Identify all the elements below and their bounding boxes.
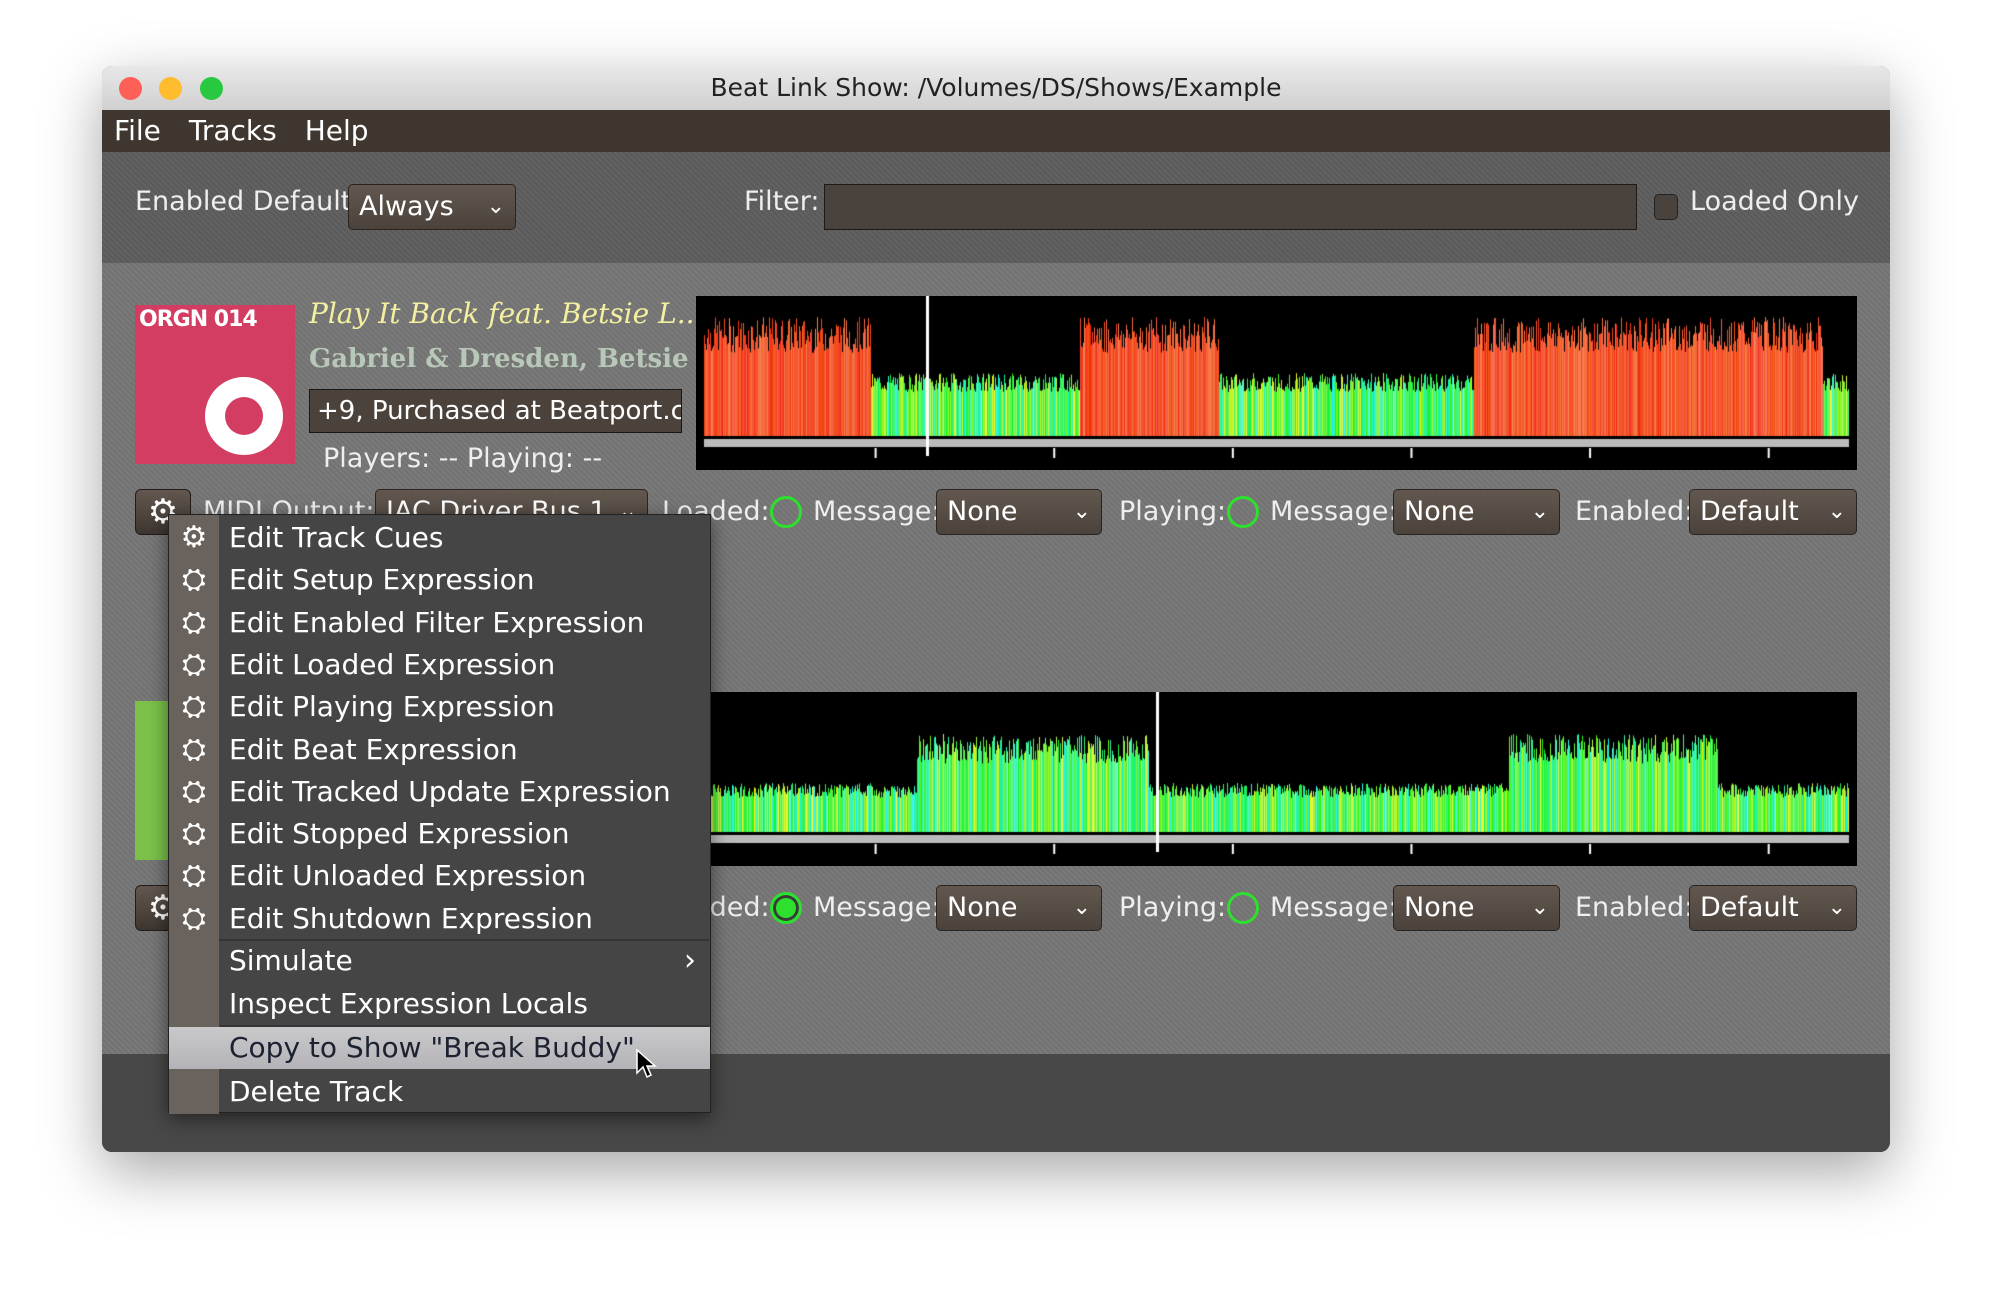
chevron-right-icon: › xyxy=(684,943,696,978)
enabled-default-dropdown[interactable]: Always ⌄ xyxy=(348,184,516,230)
playing-indicator xyxy=(1227,892,1259,924)
chevron-down-icon: ⌄ xyxy=(1827,499,1846,524)
gear-icon: ⛭ xyxy=(182,900,206,936)
playing-indicator xyxy=(1227,496,1259,528)
menu-item-label: Edit Stopped Expression xyxy=(229,817,570,851)
players-status: Players: -- Playing: -- xyxy=(323,443,603,474)
playing-message-label: Message: xyxy=(1270,496,1398,527)
menu-item-edit-track-cues[interactable]: ⚙ Edit Track Cues xyxy=(169,517,710,559)
waveform-1[interactable] xyxy=(696,296,1857,470)
menu-item-delete-track[interactable]: Delete Track xyxy=(169,1071,710,1113)
gear-icon: ⛭ xyxy=(182,562,206,598)
menu-item-label: Edit Playing Expression xyxy=(229,690,555,724)
enabled-default-label: Enabled Default: xyxy=(135,186,361,217)
menu-item-copy-to-show[interactable]: Copy to Show "Break Buddy" xyxy=(169,1027,710,1079)
menu-item-label: Edit Beat Expression xyxy=(229,732,518,766)
playing-label: Playing: xyxy=(1119,496,1227,527)
gear-icon: ⛭ xyxy=(182,689,206,725)
enabled-value: Default xyxy=(1700,892,1799,923)
loaded-message-label: Message: xyxy=(813,496,941,527)
gear-icon: ⛭ xyxy=(182,646,206,682)
menu-item-edit-stopped-expression[interactable]: ⛭ Edit Stopped Expression xyxy=(169,813,710,855)
filter-input[interactable] xyxy=(824,184,1637,230)
close-button[interactable] xyxy=(119,77,142,100)
menu-item-label: Delete Track xyxy=(229,1075,404,1108)
menu-file[interactable]: File xyxy=(114,114,161,147)
menu-item-inspect-locals[interactable]: Inspect Expression Locals xyxy=(169,983,710,1025)
chevron-down-icon: ⌄ xyxy=(1827,895,1846,920)
zoom-button[interactable] xyxy=(200,77,223,100)
menu-item-label: Edit Setup Expression xyxy=(229,563,535,597)
toolbar: Enabled Default: Always ⌄ Filter: Loaded … xyxy=(102,152,1890,263)
playing-message-value: None xyxy=(1404,496,1475,527)
menu-item-label: Edit Shutdown Expression xyxy=(229,901,593,935)
playing-message-dropdown[interactable]: None ⌄ xyxy=(1393,885,1560,931)
gear-icon: ⛭ xyxy=(182,604,206,640)
menu-item-label: Edit Unloaded Expression xyxy=(229,859,587,893)
loaded-indicator xyxy=(770,496,802,528)
minimize-button[interactable] xyxy=(159,77,182,100)
loaded-only-checkbox[interactable] xyxy=(1654,194,1678,220)
menu-item-simulate[interactable]: Simulate › xyxy=(169,940,710,982)
chevron-down-icon: ⌄ xyxy=(1072,895,1091,920)
track-context-menu: ⚙ Edit Track Cues ⛭ Edit Setup Expression ⛭ E… xyxy=(168,514,711,1114)
menu-item-label: Edit Track Cues xyxy=(229,521,444,554)
waveform-2[interactable] xyxy=(696,692,1857,866)
menu-item-label: Simulate xyxy=(229,944,353,977)
menu-item-edit-setup-expression[interactable]: ⛭ Edit Setup Expression xyxy=(169,559,710,601)
gear-icon: ⛭ xyxy=(182,816,206,852)
menu-item-edit-tracked-update-expression[interactable]: ⛭ Edit Tracked Update Expression xyxy=(169,771,710,813)
playing-message-value: None xyxy=(1404,892,1475,923)
menu-item-edit-beat-expression[interactable]: ⛭ Edit Beat Expression xyxy=(169,729,710,771)
gear-icon: ⛭ xyxy=(182,858,206,894)
chevron-down-icon: ⌄ xyxy=(1530,895,1549,920)
menu-bar: File Tracks Help xyxy=(102,110,1890,152)
menu-item-label: Edit Enabled Filter Expression xyxy=(229,605,645,639)
menu-item-edit-enabled-filter-expression[interactable]: ⛭ Edit Enabled Filter Expression xyxy=(169,602,710,644)
track-title: Play It Back feat. Betsie L... xyxy=(309,297,704,330)
enabled-default-value: Always xyxy=(359,191,454,222)
title-bar: Beat Link Show: /Volumes/DS/Shows/Exampl… xyxy=(102,66,1890,110)
loaded-indicator xyxy=(770,892,802,924)
enabled-label: Enabled: xyxy=(1575,496,1694,527)
chevron-down-icon: ⌄ xyxy=(1072,499,1091,524)
window-title: Beat Link Show: /Volumes/DS/Shows/Exampl… xyxy=(710,73,1282,102)
filter-label: Filter: xyxy=(744,186,820,217)
menu-help[interactable]: Help xyxy=(305,114,369,147)
menu-item-edit-loaded-expression[interactable]: ⛭ Edit Loaded Expression xyxy=(169,644,710,686)
playing-message-label: Message: xyxy=(1270,892,1398,923)
chevron-down-icon: ⌄ xyxy=(1530,499,1549,524)
loaded-only-label: Loaded Only xyxy=(1690,186,1859,217)
gear-icon: ⛭ xyxy=(182,731,206,767)
menu-item-edit-playing-expression[interactable]: ⛭ Edit Playing Expression xyxy=(169,686,710,728)
enabled-dropdown[interactable]: Default ⌄ xyxy=(1689,489,1857,535)
enabled-label: Enabled: xyxy=(1575,892,1694,923)
menu-item-label: Edit Tracked Update Expression xyxy=(229,774,671,808)
chevron-down-icon: ⌄ xyxy=(486,194,505,219)
loaded-message-dropdown[interactable]: None ⌄ xyxy=(936,489,1102,535)
menu-item-label: Edit Loaded Expression xyxy=(229,647,556,681)
menu-item-edit-unloaded-expression[interactable]: ⛭ Edit Unloaded Expression xyxy=(169,855,710,897)
track-artist: Gabriel & Dresden, Betsie ... xyxy=(309,344,725,374)
loaded-message-dropdown[interactable]: None ⌄ xyxy=(936,885,1102,931)
track-comment: +9, Purchased at Beatport.co xyxy=(309,389,682,433)
gear-icon: ⚙ xyxy=(180,520,208,555)
menu-item-label: Inspect Expression Locals xyxy=(229,987,588,1020)
loaded-message-value: None xyxy=(947,892,1018,923)
menu-tracks[interactable]: Tracks xyxy=(189,114,277,147)
enabled-dropdown[interactable]: Default ⌄ xyxy=(1689,885,1857,931)
loaded-message-label: Message: xyxy=(813,892,941,923)
enabled-value: Default xyxy=(1700,496,1799,527)
gear-icon: ⛭ xyxy=(182,773,206,809)
menu-item-edit-shutdown-expression[interactable]: ⛭ Edit Shutdown Expression xyxy=(169,898,710,940)
playing-label: Playing: xyxy=(1119,892,1227,923)
menu-item-label: Copy to Show "Break Buddy" xyxy=(229,1031,635,1064)
playing-message-dropdown[interactable]: None ⌄ xyxy=(1393,489,1560,535)
loaded-message-value: None xyxy=(947,496,1018,527)
album-art: ORGN 014 xyxy=(135,305,295,464)
